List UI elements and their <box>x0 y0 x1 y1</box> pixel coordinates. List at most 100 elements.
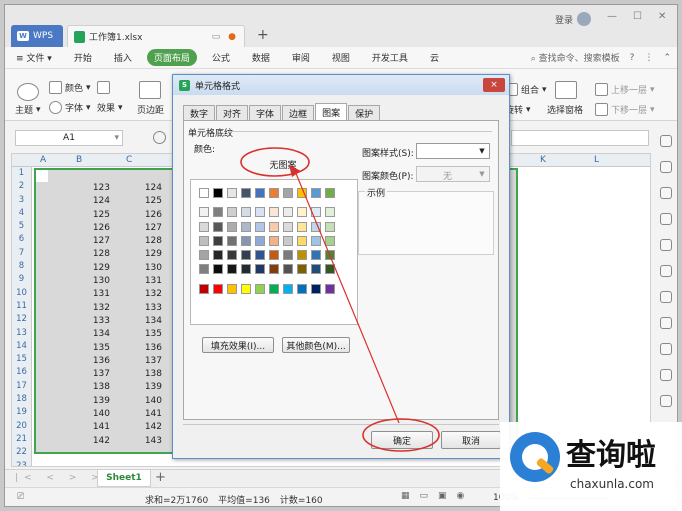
cell-value[interactable]: 137 <box>126 355 162 368</box>
tab-protection[interactable]: 保护 <box>348 105 381 120</box>
color-swatch[interactable] <box>227 207 237 217</box>
row-header[interactable]: 20 <box>12 420 31 433</box>
col-header-k[interactable]: K <box>540 155 546 165</box>
cell-value[interactable]: 128 <box>126 235 162 248</box>
selection-pane-button[interactable]: 选择窗格 <box>547 103 583 116</box>
cell-value[interactable]: 126 <box>126 209 162 222</box>
color-swatch[interactable] <box>297 264 307 274</box>
menu-tab-review[interactable]: 审阅 <box>281 51 321 64</box>
color-swatch[interactable] <box>199 250 209 260</box>
command-search[interactable]: ⌕ 查找命令、搜索模板 <box>531 51 620 64</box>
color-swatch[interactable] <box>297 236 307 246</box>
cell-value[interactable]: 142 <box>74 435 110 448</box>
menu-tab-insert[interactable]: 插入 <box>103 51 143 64</box>
pattern-color-select[interactable]: 无 ▼ <box>416 166 490 182</box>
color-swatch[interactable] <box>241 236 251 246</box>
color-swatch[interactable] <box>325 188 335 198</box>
color-swatch[interactable] <box>311 250 321 260</box>
cell-value[interactable]: 136 <box>126 342 162 355</box>
color-swatch[interactable] <box>199 264 209 274</box>
menu-tab-developer[interactable]: 开发工具 <box>361 51 419 64</box>
wps-home-tab[interactable]: W WPS <box>11 25 63 47</box>
backup-icon[interactable] <box>660 239 672 251</box>
color-swatch[interactable] <box>269 236 279 246</box>
color-swatch[interactable] <box>213 250 223 260</box>
row-header[interactable]: 17 <box>12 380 31 393</box>
color-swatch[interactable] <box>325 222 335 232</box>
avatar[interactable] <box>577 12 592 26</box>
collapse-ribbon-icon[interactable]: ⌃ <box>663 53 671 63</box>
more-icon[interactable]: ⋮ <box>644 53 653 63</box>
page-break-view-icon[interactable]: ▣ <box>438 491 447 501</box>
cell-value[interactable]: 129 <box>126 248 162 261</box>
color-swatch[interactable] <box>283 250 293 260</box>
color-swatch[interactable] <box>255 250 265 260</box>
row-header[interactable]: 19 <box>12 406 31 419</box>
dialog-close-button[interactable]: × <box>483 78 505 92</box>
more-colors-button[interactable]: 其他颜色(M)... <box>282 337 350 353</box>
combine-button[interactable]: 组合 ▾ <box>505 83 547 96</box>
normal-view-icon[interactable]: ▦ <box>401 491 410 501</box>
color-swatch[interactable] <box>241 222 251 232</box>
menu-tab-page-layout[interactable]: 页面布局 <box>146 49 197 66</box>
color-swatch[interactable] <box>311 222 321 232</box>
row-header[interactable]: 18 <box>12 393 31 406</box>
formula-input[interactable] <box>511 130 649 146</box>
archive-icon[interactable] <box>660 369 672 381</box>
color-swatch[interactable] <box>255 188 265 198</box>
row-header[interactable]: 14 <box>12 340 31 353</box>
pattern-style-select[interactable]: ▼ <box>416 143 490 159</box>
color-swatch[interactable] <box>227 284 237 294</box>
ok-button[interactable]: 确定 <box>371 431 433 449</box>
row-header[interactable]: 11 <box>12 300 31 313</box>
menu-tab-data[interactable]: 数据 <box>241 51 281 64</box>
color-swatch[interactable] <box>199 236 209 246</box>
close-window-icon[interactable]: ✕ <box>658 11 666 22</box>
share-icon[interactable] <box>660 343 672 355</box>
color-swatch[interactable] <box>227 222 237 232</box>
row-header[interactable]: 2 <box>12 180 31 193</box>
cell-value[interactable]: 139 <box>74 395 110 408</box>
cell-value[interactable]: 140 <box>74 408 110 421</box>
cell-value[interactable]: 131 <box>126 275 162 288</box>
history-icon[interactable] <box>660 265 672 277</box>
color-swatch[interactable] <box>283 222 293 232</box>
color-swatch[interactable] <box>255 207 265 217</box>
col-header-a[interactable]: A <box>40 155 46 165</box>
cell-value[interactable]: 128 <box>74 248 110 261</box>
status-icon[interactable]: ⎚ <box>17 492 24 502</box>
color-swatch[interactable] <box>227 188 237 198</box>
color-swatch[interactable] <box>311 236 321 246</box>
row-header[interactable]: 3 <box>12 194 31 207</box>
name-box[interactable]: A1 ▾ <box>15 130 123 146</box>
monitor-icon[interactable]: ▭ <box>212 32 221 42</box>
pointer-icon[interactable] <box>660 135 672 147</box>
menu-file[interactable]: ≡ 文件 ▾ <box>5 51 63 64</box>
unsaved-dot-icon[interactable]: ● <box>228 32 236 42</box>
row-header[interactable]: 6 <box>12 233 31 246</box>
document-tab[interactable]: 工作簿1.xlsx ▭ ● <box>67 25 245 47</box>
row-header[interactable]: 8 <box>12 260 31 273</box>
row-header[interactable]: 16 <box>12 366 31 379</box>
menu-tab-view[interactable]: 视图 <box>321 51 361 64</box>
color-swatch[interactable] <box>241 207 251 217</box>
style-icon[interactable] <box>660 187 672 199</box>
menu-tab-formulas[interactable]: 公式 <box>201 51 241 64</box>
color-swatch[interactable] <box>325 264 335 274</box>
cell-value[interactable]: 133 <box>74 315 110 328</box>
cell-value[interactable]: 133 <box>126 302 162 315</box>
color-swatch[interactable] <box>325 207 335 217</box>
sheet-tab-sheet1[interactable]: Sheet1 <box>97 470 151 487</box>
cell-value[interactable]: 124 <box>74 195 110 208</box>
color-swatch[interactable] <box>269 264 279 274</box>
row-header[interactable]: 22 <box>12 446 31 459</box>
cell-value[interactable]: 140 <box>126 395 162 408</box>
cell-value[interactable]: 132 <box>126 288 162 301</box>
row-header[interactable]: 13 <box>12 327 31 340</box>
color-swatch[interactable] <box>213 284 223 294</box>
effects-button[interactable]: 效果 ▾ <box>97 101 123 115</box>
color-swatch[interactable] <box>199 207 209 217</box>
tab-font[interactable]: 字体 <box>249 105 282 120</box>
color-swatch[interactable] <box>227 250 237 260</box>
colors-button[interactable]: 颜色 ▾ <box>49 81 91 94</box>
